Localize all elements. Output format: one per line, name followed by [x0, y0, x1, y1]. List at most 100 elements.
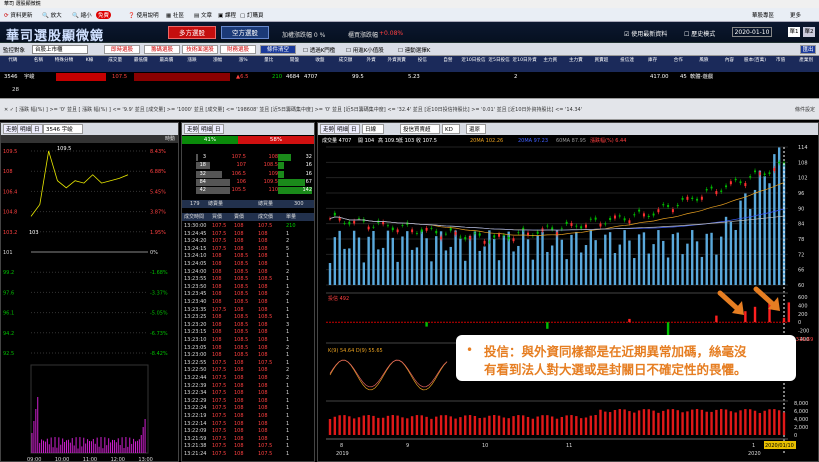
sub1-tick: 200	[798, 312, 808, 318]
refresh-button[interactable]: ⟳ 資料更新	[4, 11, 32, 19]
condition-settings-link[interactable]: 條件設定	[795, 99, 815, 121]
technical-select-button[interactable]: 技術面選股	[182, 45, 218, 54]
sub1-tick: -200	[798, 329, 809, 335]
course-button[interactable]: ▣ 課程	[218, 11, 236, 19]
date-field[interactable]: 2020-01-10	[732, 27, 772, 37]
kd-select[interactable]: KD	[442, 124, 460, 134]
candle-body	[498, 233, 501, 237]
column-header[interactable]: 漲%	[230, 58, 256, 64]
community-button[interactable]: ▦ 社區	[166, 11, 184, 19]
column-header[interactable]: 最高價	[154, 58, 180, 64]
column-header[interactable]: 量比	[256, 58, 282, 64]
link-k-checkbox[interactable]: ☐ 連動選擇K	[398, 46, 430, 54]
column-header[interactable]: 合作	[665, 58, 691, 64]
sub1-bar	[666, 322, 670, 336]
stock-code-field[interactable]: 3546 宇峻	[43, 124, 83, 134]
stock-zone-link[interactable]: 華股專區	[752, 11, 774, 19]
layout-tab-1[interactable]: 單1	[788, 27, 800, 37]
layout-tab-2[interactable]: 單2	[803, 27, 815, 37]
adjust-select[interactable]: 還原	[466, 124, 486, 134]
indicator-select[interactable]: 投信買賣超	[400, 124, 440, 134]
sub3-bar	[662, 410, 665, 435]
financial-select-button[interactable]: 財務選股	[220, 45, 256, 54]
latest-data-checkbox[interactable]: ☑ 使用最新資料	[624, 29, 667, 38]
query-expression-bar[interactable]: ✕ ✓ [ 漲跌 幅(%) ] >= '0' 並且 [ 漲跌 幅(%) ] <=…	[0, 98, 819, 120]
short-select-button[interactable]: 空方選股	[221, 26, 269, 39]
column-header[interactable]: 風險	[691, 58, 717, 64]
column-header[interactable]: 主力買	[537, 58, 563, 64]
column-header[interactable]: 外資買賣	[384, 58, 410, 64]
zoom-out-button[interactable]: 🔍 縮小	[72, 11, 92, 19]
price-tick: 66	[798, 268, 804, 274]
candle-body	[565, 221, 568, 224]
volume-bar	[676, 232, 679, 285]
tick-list[interactable]: 13:30:00 107.5 108 107.5 210 13:24:45 107.5 108…	[182, 222, 314, 462]
column-header[interactable]: 成交額	[333, 58, 359, 64]
clear-conditions-button[interactable]: 條件清空	[260, 45, 296, 54]
column-header[interactable]: 代碼	[0, 58, 26, 64]
threshold-checkbox[interactable]: ☐ 透過K門檻	[303, 46, 335, 54]
column-header[interactable]: 近10日外資	[512, 58, 538, 64]
order-button[interactable]: ▢ 訂購頁	[240, 11, 263, 19]
sub3-bar	[488, 415, 491, 435]
column-header[interactable]: 成交量	[102, 58, 128, 64]
column-header[interactable]: 產業別	[793, 58, 819, 64]
column-header[interactable]: K線	[77, 58, 103, 64]
column-header[interactable]: 自營	[435, 58, 461, 64]
column-header[interactable]: 投信連	[614, 58, 640, 64]
row-vol3: 4707	[304, 74, 318, 80]
ma-line	[329, 208, 785, 231]
volume-bar	[449, 246, 452, 285]
column-header[interactable]: 開盤	[282, 58, 308, 64]
long-select-button[interactable]: 多方選股	[168, 26, 216, 39]
candle-body	[594, 217, 597, 220]
chip-select-button[interactable]: 籌碼選股	[144, 45, 180, 54]
volume-bar	[536, 235, 539, 285]
volume-bar	[763, 176, 766, 285]
realtime-select-button[interactable]: 即時選股	[104, 45, 140, 54]
history-checkbox[interactable]: ☐ 歷史模式	[684, 29, 715, 38]
screener-row[interactable]: 3546 宇峻 107.5 ▲6.5 210 4684 4707 99.5 5.…	[0, 72, 819, 82]
tab-day[interactable]: 日	[348, 124, 360, 134]
column-header[interactable]: 股本(百萬)	[742, 58, 768, 64]
help-button[interactable]: ❓ 使用說明	[128, 11, 159, 19]
article-button[interactable]: ▤ 文章	[194, 11, 212, 19]
candle-body	[729, 181, 732, 185]
column-header[interactable]: 收盤	[307, 58, 333, 64]
export-button[interactable]: 匯出	[800, 45, 816, 54]
column-header[interactable]: 最低價	[128, 58, 154, 64]
volume-bar	[386, 230, 390, 285]
sub1-bar	[546, 322, 549, 329]
more-link[interactable]: 更多	[790, 11, 801, 19]
column-header[interactable]: 市值	[768, 58, 794, 64]
refresh-icon: ⟳	[4, 13, 9, 19]
free-button[interactable]: 免費	[96, 11, 112, 19]
tab-day[interactable]: 日	[212, 124, 224, 134]
column-header[interactable]: 投信	[410, 58, 436, 64]
monitor-select[interactable]: 台股上市櫃	[32, 45, 88, 54]
column-header[interactable]: 外資	[358, 58, 384, 64]
column-header[interactable]: 庫存	[640, 58, 666, 64]
volume-bar	[526, 239, 530, 285]
kline-legend: 收 107.5	[416, 137, 437, 144]
column-header[interactable]: 近10日投信	[461, 58, 487, 64]
sub3-bar	[531, 418, 535, 435]
volume-bar	[531, 259, 535, 285]
period-select[interactable]: 日線	[362, 124, 384, 134]
column-header[interactable]: 主力賣	[563, 58, 589, 64]
column-header[interactable]: 買賣超	[589, 58, 615, 64]
sub3-tick: 6,000	[794, 409, 808, 415]
zoom-in-button[interactable]: 🔍 放大	[42, 11, 62, 19]
column-header[interactable]: 名稱	[26, 58, 52, 64]
row-change: ▲6.5	[236, 74, 249, 80]
small-value-checkbox[interactable]: ☐ 用進K小值股	[346, 46, 384, 54]
tab-day[interactable]: 日	[31, 124, 43, 134]
volume-bar	[642, 232, 646, 285]
row-n: 2	[514, 74, 518, 80]
column-header[interactable]: 特殊分類	[51, 58, 77, 64]
column-header[interactable]: 內容	[717, 58, 743, 64]
column-header[interactable]: 漲幅	[205, 58, 231, 64]
column-header[interactable]: 漲跌	[179, 58, 205, 64]
sub3-bar	[637, 410, 641, 435]
column-header[interactable]: 近5日投信	[486, 58, 512, 64]
